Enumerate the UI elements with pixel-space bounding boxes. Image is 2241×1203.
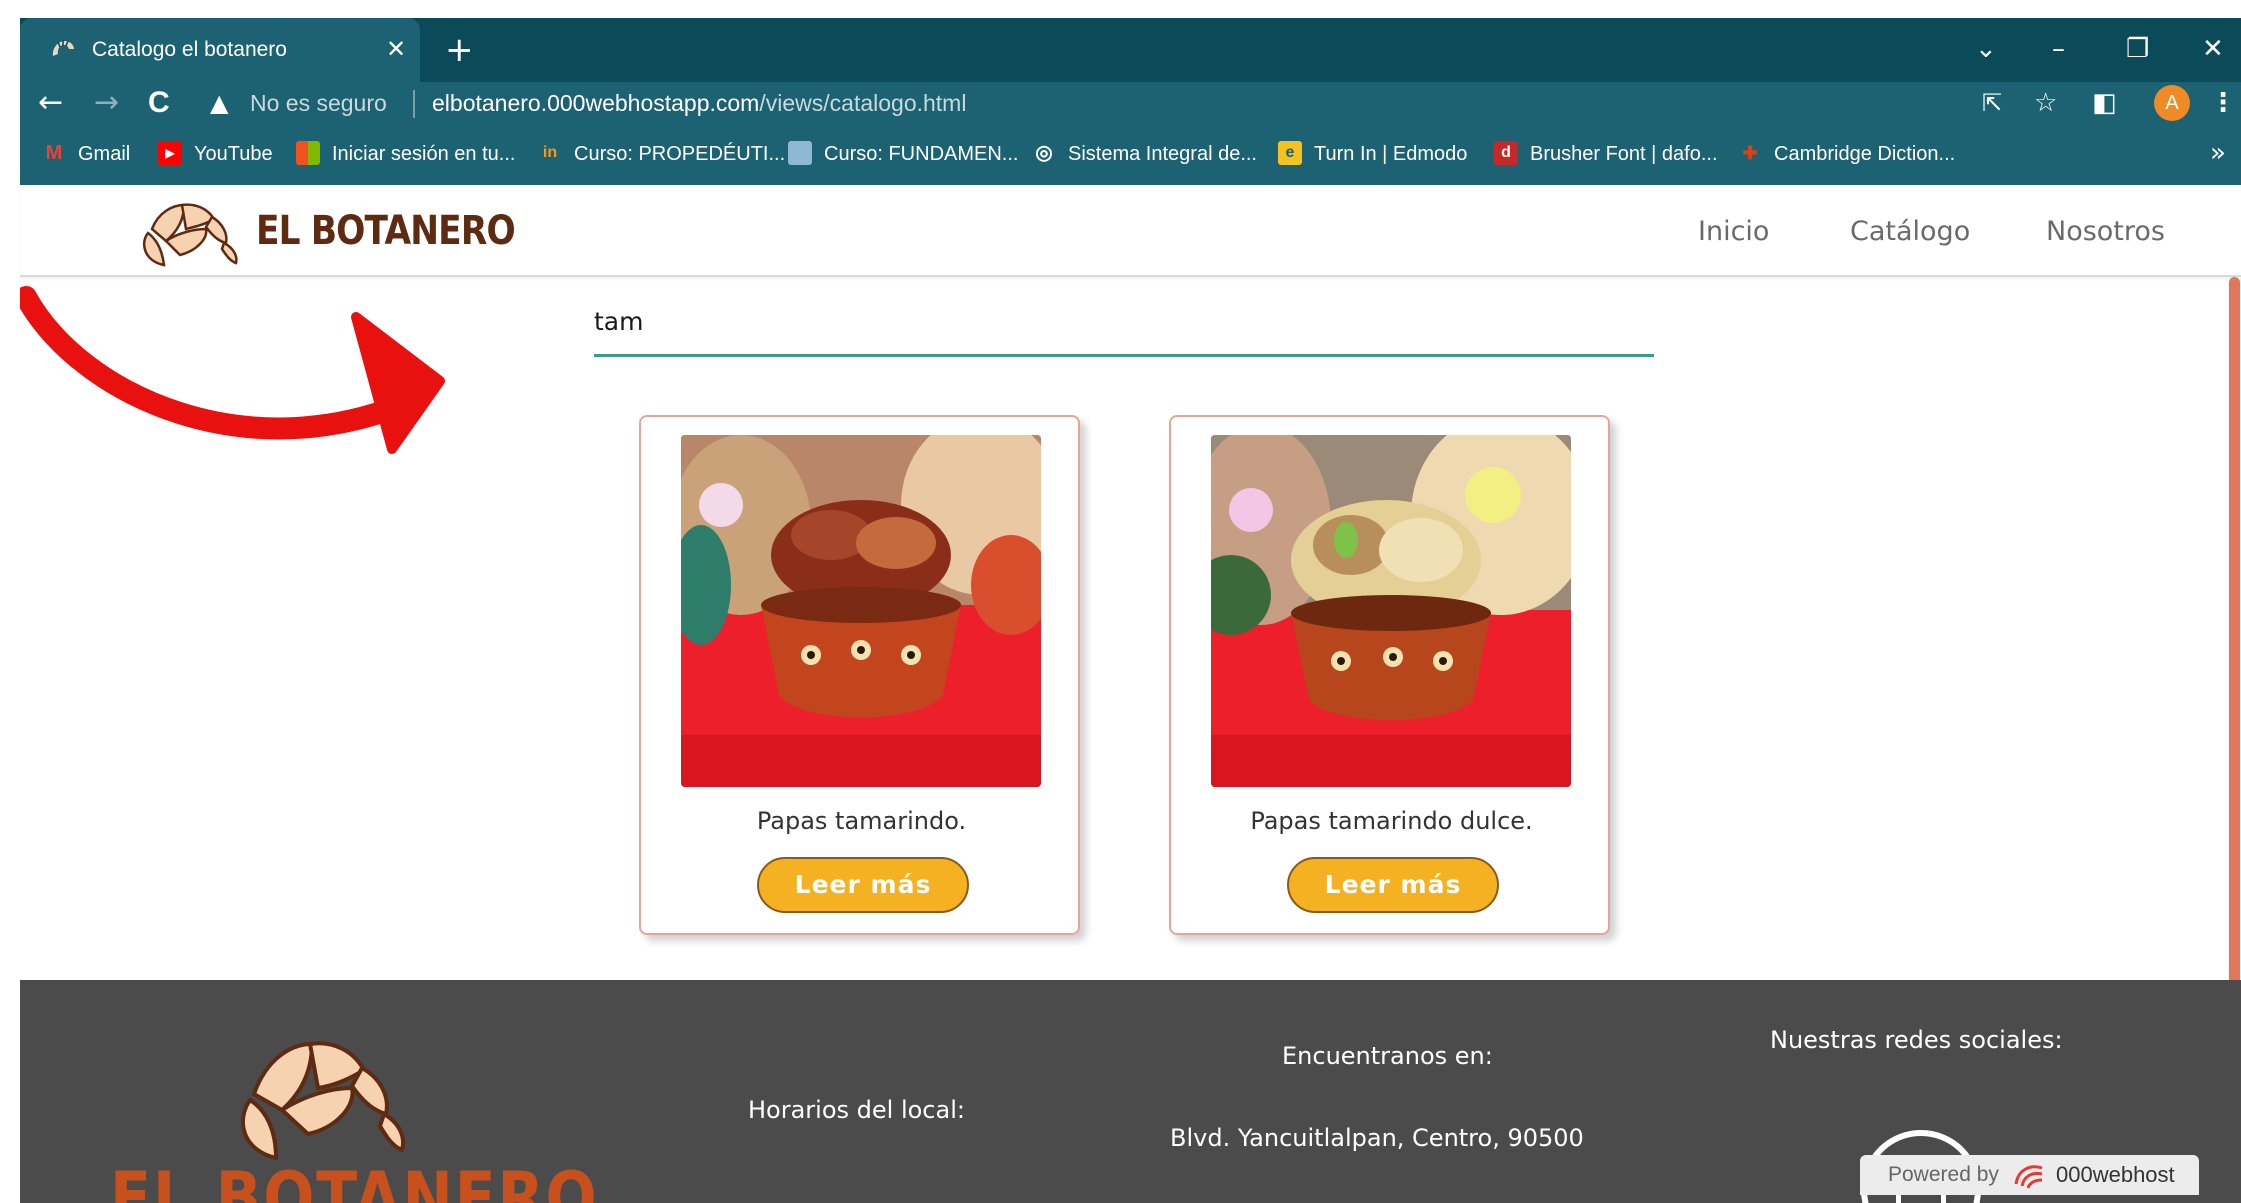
social-heading: Nuestras redes sociales: <box>1770 1026 2063 1054</box>
youtube-icon: ▶ <box>158 140 182 165</box>
browser-menu-icon[interactable]: ⋮ <box>2210 86 2236 120</box>
warning-icon[interactable]: ▲ <box>210 87 228 119</box>
bookmark-dafont[interactable]: d Brusher Font | dafo... <box>1494 139 1718 169</box>
bookmark-label: Curso: PROPEDÉUTI... <box>574 143 786 165</box>
location-heading: Encuentranos en: <box>1282 1042 1493 1070</box>
tab-search-icon[interactable]: ⌄ <box>1975 32 1997 66</box>
bookmark-label: Sistema Integral de... <box>1068 143 1257 165</box>
globe-icon: ◎ <box>1035 141 1053 164</box>
site-header: EL BOTANERO Inicio Catálogo Nosotros <box>20 185 2241 277</box>
bookmark-star-icon[interactable]: ☆ <box>2034 86 2057 120</box>
bookmark-label: Cambridge Diction... <box>1774 143 1956 165</box>
bookmark-label: Gmail <box>78 143 131 165</box>
address-text: Blvd. Yancuitlalpan, Centro, 90500 <box>1170 1124 1584 1152</box>
bookmark-edmodo[interactable]: e Turn In | Edmodo <box>1278 139 1467 169</box>
bookmark-label: Turn In | Edmodo <box>1314 143 1468 165</box>
bookmark-label: Brusher Font | dafo... <box>1530 143 1718 165</box>
croissant-favicon-icon <box>50 38 74 62</box>
search-field[interactable] <box>594 295 1654 359</box>
product-photo[interactable] <box>681 435 1041 787</box>
badge-prefix: Powered by <box>1888 1163 1999 1186</box>
screen: { "browser": { "tab": { "title": "Catalo… <box>0 0 2241 1203</box>
browser-tabstrip: Catalogo el botanero ✕ + ⌄ – ❐ ✕ <box>20 18 2241 82</box>
minimize-button[interactable]: – <box>2052 32 2065 66</box>
web-page: EL BOTANERO Inicio Catálogo Nosotros tam… <box>20 185 2241 1203</box>
new-tab-button[interactable]: + <box>445 30 474 70</box>
croissant-logo-icon[interactable] <box>134 195 244 275</box>
nav-link-inicio[interactable]: Inicio <box>1698 215 1769 249</box>
nav-link-catalogo[interactable]: Catálogo <box>1850 215 1970 249</box>
product-card: Papas tamarindo dulce. Leer más <box>1169 415 1610 935</box>
product-card: Papas tamarindo. Leer más <box>639 415 1080 935</box>
reload-button[interactable]: C <box>148 84 170 122</box>
hosting-badge[interactable]: Powered by 000webhost <box>1860 1155 2199 1195</box>
badge-name: 000webhost <box>2056 1162 2175 1187</box>
bookmark-course-propedeutico[interactable]: in Curso: PROPEDÉUTI... <box>538 139 785 169</box>
bookmark-youtube[interactable]: ▶ YouTube <box>158 139 273 169</box>
url-host: elbotanero.000webhostapp.com <box>432 90 760 116</box>
dafont-icon: d <box>1494 140 1518 165</box>
back-button[interactable]: ← <box>38 84 63 122</box>
bookmark-label: Curso: FUNDAMEN... <box>824 143 1019 165</box>
scrollbar-thumb[interactable] <box>2229 277 2240 1014</box>
course-page-icon <box>788 140 812 165</box>
search-input[interactable] <box>594 295 1654 357</box>
bookmark-label: YouTube <box>194 143 273 165</box>
bookmark-sistema-integral[interactable]: ◎ Sistema Integral de... <box>1032 139 1257 169</box>
browser-toolbar: ← → C ▲ No es seguro elbotanero.000webho… <box>20 82 2241 125</box>
product-name: Papas tamarindo. <box>756 807 967 835</box>
restore-button[interactable]: ❐ <box>2126 32 2149 66</box>
side-panel-icon[interactable]: ◧ <box>2092 86 2117 120</box>
edmodo-icon: e <box>1278 140 1302 165</box>
gmail-icon: M <box>45 141 63 164</box>
read-more-button[interactable]: Leer más <box>1287 857 1499 913</box>
tab-close-icon[interactable]: ✕ <box>386 34 406 64</box>
profile-avatar[interactable]: A <box>2154 85 2190 121</box>
browser-tab-active[interactable]: Catalogo el botanero ✕ <box>20 18 420 82</box>
read-more-button[interactable]: Leer más <box>757 857 969 913</box>
bookmark-cambridge[interactable]: ✚ Cambridge Diction... <box>1738 139 1955 169</box>
bookmark-microsoft[interactable]: Iniciar sesión en tu... <box>296 139 515 169</box>
bookmark-gmail[interactable]: M Gmail <box>42 139 131 169</box>
forward-button[interactable]: → <box>94 84 119 122</box>
product-name: Papas tamarindo dulce. <box>1250 807 1533 835</box>
000webhost-logo-icon <box>2014 1165 2043 1189</box>
bookmark-course-fundamentos[interactable]: Curso: FUNDAMEN... <box>788 139 1018 169</box>
address-bar[interactable]: elbotanero.000webhostapp.com/views/catal… <box>432 88 966 118</box>
cambridge-icon: ✚ <box>1742 142 1758 163</box>
footer-brand: EL BOTANERO <box>110 1157 599 1203</box>
url-separator <box>413 90 415 118</box>
nav-link-nosotros[interactable]: Nosotros <box>2046 215 2165 249</box>
course-icon: in <box>542 143 558 161</box>
url-path: /views/catalogo.html <box>759 90 967 116</box>
bookmarks-overflow-icon[interactable]: » <box>2210 137 2226 169</box>
share-icon[interactable]: ⇱ <box>1982 86 2002 120</box>
product-photo[interactable] <box>1211 435 1571 787</box>
hours-heading: Horarios del local: <box>748 1096 965 1124</box>
footer-croissant-logo-icon <box>241 1041 405 1161</box>
microsoft-icon <box>296 140 320 165</box>
bookmarks-bar: M Gmail ▶ YouTube Iniciar sesión en tu... … <box>20 125 2241 185</box>
security-label[interactable]: No es seguro <box>250 88 387 118</box>
site-brand[interactable]: EL BOTANERO <box>256 207 516 255</box>
tab-title: Catalogo el botanero <box>92 38 287 61</box>
close-window-button[interactable]: ✕ <box>2202 32 2224 66</box>
annotation-arrow-icon <box>20 286 445 454</box>
bookmark-label: Iniciar sesión en tu... <box>332 143 516 165</box>
